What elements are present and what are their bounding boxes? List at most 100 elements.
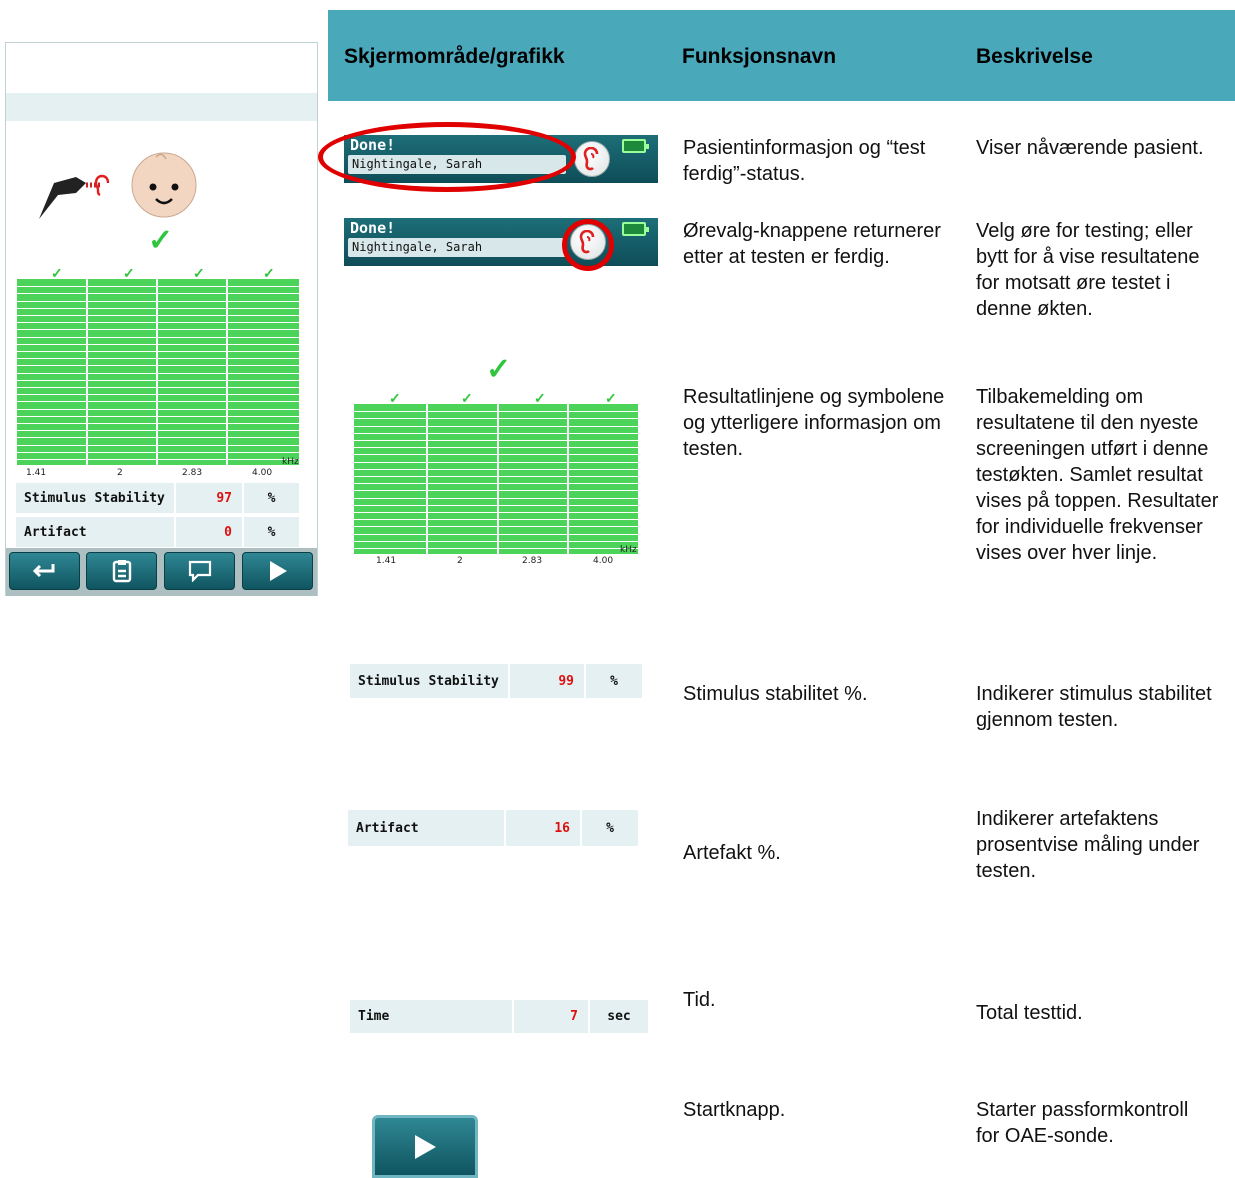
bar-gridline bbox=[17, 451, 299, 453]
freq-check-icon: ✓ bbox=[193, 265, 205, 281]
artifact-row: Artifact 0 % bbox=[16, 517, 299, 547]
description-ear-select: Velg øre for testing; eller bytt for å v… bbox=[976, 220, 1200, 320]
bar-gridline bbox=[354, 476, 638, 477]
bar-gridline bbox=[354, 440, 638, 441]
overall-pass-check-icon: ✓ bbox=[148, 224, 174, 257]
bar-gridline bbox=[17, 293, 299, 295]
back-button[interactable] bbox=[9, 552, 80, 590]
stimulus-stability-row: Stimulus Stability 97 % bbox=[16, 483, 299, 513]
function-time: Tid. bbox=[683, 989, 716, 1011]
bar-gridline bbox=[17, 423, 299, 424]
bar-gridline bbox=[17, 444, 299, 446]
bar-gridline bbox=[17, 322, 299, 324]
play-icon bbox=[415, 1134, 436, 1159]
freq-unit-label: kHz bbox=[282, 457, 299, 467]
device-subbar bbox=[6, 93, 317, 121]
result-bars bbox=[17, 279, 299, 465]
row-unit: % bbox=[586, 664, 642, 698]
bar-gridline bbox=[17, 408, 299, 410]
row-value: 97 bbox=[176, 483, 242, 513]
row-label: Artifact bbox=[348, 810, 504, 846]
return-arrow-icon bbox=[32, 564, 54, 578]
start-button[interactable] bbox=[242, 552, 313, 590]
row-unit: % bbox=[244, 517, 299, 547]
bar-gridline bbox=[17, 315, 299, 316]
bar-gridline bbox=[17, 365, 299, 367]
play-icon bbox=[269, 561, 287, 581]
freq-tick: 4.00 bbox=[252, 468, 273, 478]
bar-gridline bbox=[17, 336, 299, 338]
bar-gridline bbox=[354, 526, 638, 528]
bar-gridline bbox=[354, 447, 638, 449]
freq-tick: 2.83 bbox=[182, 468, 203, 478]
battery-icon bbox=[622, 139, 649, 153]
highlight-ring-patient bbox=[318, 122, 576, 192]
row-unit: % bbox=[582, 810, 638, 846]
bar-gridline bbox=[17, 286, 299, 288]
function-artifact: Artefakt %. bbox=[683, 842, 781, 864]
row-unit: % bbox=[244, 483, 299, 513]
artifact-sample: Artifact 16 % bbox=[348, 810, 638, 846]
bar-gridline bbox=[354, 533, 638, 535]
bar-gridline bbox=[354, 512, 638, 513]
battery-icon bbox=[622, 222, 649, 236]
bar-gridline bbox=[354, 497, 638, 499]
freq-check-icon: ✓ bbox=[263, 265, 275, 281]
bar-gridline bbox=[354, 418, 638, 420]
comment-button[interactable] bbox=[164, 552, 235, 590]
bar-gridline bbox=[17, 307, 299, 309]
description-start-button: Starter passformkontroll for OAE-sonde. bbox=[976, 1099, 1189, 1147]
bar-gridline bbox=[354, 411, 638, 413]
probe-baby-illustration bbox=[39, 152, 197, 219]
bar-gridline bbox=[354, 468, 638, 470]
row-label: Stimulus Stability bbox=[16, 483, 174, 513]
description-patient-info: Viser nåværende pasient. bbox=[976, 137, 1204, 159]
freq-tick: 2.83 bbox=[522, 556, 543, 566]
row-value: 0 bbox=[176, 517, 242, 547]
result-bars-sample bbox=[354, 404, 638, 554]
device-screen: ✓ ✓ ✓ ✓ ✓ kHz 1.41 2 2.83 4.00 Stimulus … bbox=[5, 42, 318, 596]
freq-tick: 1.41 bbox=[376, 556, 397, 566]
freq-check-icon: ✓ bbox=[389, 390, 401, 406]
description-artifact: Indikerer artefaktens prosentvise måling… bbox=[976, 808, 1200, 882]
bar-gridline bbox=[354, 504, 638, 506]
bar-gridline bbox=[17, 437, 299, 439]
bar-gridline bbox=[17, 300, 299, 302]
row-value: 99 bbox=[510, 664, 584, 698]
bar-gridline bbox=[17, 343, 299, 345]
freq-check-icon: ✓ bbox=[51, 265, 63, 281]
bar-gridline bbox=[17, 401, 299, 403]
freq-check-icon: ✓ bbox=[534, 390, 546, 406]
speech-bubble-icon bbox=[188, 560, 211, 582]
row-value: 16 bbox=[506, 810, 580, 846]
table-header: Skjermområde/grafikk Funksjonsnavn Beskr… bbox=[328, 10, 1235, 101]
bar-gridline bbox=[354, 540, 638, 542]
freq-unit-label: kHz bbox=[620, 545, 637, 555]
function-result-lines: Resultatlinjene og symbolene og ytterlig… bbox=[683, 386, 945, 460]
bar-gridline bbox=[17, 372, 299, 374]
ear-icon bbox=[583, 147, 599, 171]
bar-gridline bbox=[354, 432, 638, 434]
function-ear-select: Ørevalg-knappene returnerer etter at tes… bbox=[683, 220, 941, 268]
description-time: Total testtid. bbox=[976, 1002, 1083, 1024]
overall-pass-check-icon: ✓ bbox=[486, 353, 512, 386]
bar-gridline bbox=[17, 329, 299, 331]
function-patient-info: Pasientinformasjon og “test ferdig”-stat… bbox=[683, 137, 926, 185]
row-label: Stimulus Stability bbox=[350, 664, 508, 698]
start-button-sample bbox=[372, 1115, 478, 1178]
row-label: Time bbox=[350, 1000, 512, 1033]
function-stimulus-stability: Stimulus stabilitet %. bbox=[683, 683, 868, 705]
freq-check-icon: ✓ bbox=[605, 390, 617, 406]
bar-gridline bbox=[354, 483, 638, 485]
row-label: Artifact bbox=[16, 517, 174, 547]
freq-tick: 1.41 bbox=[26, 468, 47, 478]
clipboard-icon bbox=[112, 560, 131, 583]
report-button[interactable] bbox=[86, 552, 157, 590]
highlight-ring-ear bbox=[562, 219, 614, 271]
freq-tick: 2 bbox=[117, 468, 123, 478]
description-stimulus-stability: Indikerer stimulus stabilitet gjennom te… bbox=[976, 683, 1212, 731]
test-status: Done! bbox=[350, 219, 396, 237]
bar-gridline bbox=[17, 430, 299, 432]
header-function-name: Funksjonsnavn bbox=[682, 45, 837, 68]
bar-gridline bbox=[17, 379, 299, 381]
